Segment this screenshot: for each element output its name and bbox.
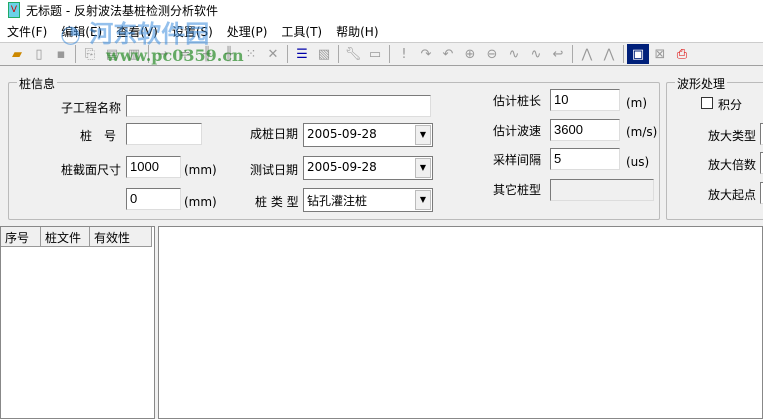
pile-file-list[interactable]: 序号 桩文件 有效性	[0, 226, 155, 419]
pile-no-label: 桩 号	[80, 129, 117, 143]
window-icon[interactable]: ▣	[627, 44, 649, 64]
test-date-value: 2005-09-28	[307, 160, 377, 174]
amp-type-label: 放大类型	[708, 129, 757, 143]
pile-type-label: 桩 类 型	[255, 195, 299, 209]
subproject-input[interactable]	[126, 95, 431, 117]
menu-tools[interactable]: 工具(T)	[274, 23, 329, 40]
print-preview-icon[interactable]: ▥	[123, 44, 145, 64]
chevron-down-icon[interactable]: ▼	[415, 125, 431, 145]
section-label: 桩截面尺寸	[61, 163, 122, 177]
zoom-out-icon[interactable]: ⊖	[481, 44, 503, 64]
integral-checkbox[interactable]	[701, 97, 713, 109]
column-header-file[interactable]: 桩文件	[41, 227, 90, 247]
paste-icon[interactable]: ▤	[101, 44, 123, 64]
wave-sub-icon[interactable]: ∿	[525, 44, 547, 64]
wrench-icon[interactable]: 🔧︎	[342, 44, 364, 64]
other-type-input[interactable]	[550, 179, 654, 201]
build-date-label: 成桩日期	[250, 127, 299, 141]
unit-ms: (m/s)	[626, 125, 658, 139]
copy-icon[interactable]: ⎘	[79, 44, 101, 64]
chevron-down-icon[interactable]: ▼	[415, 190, 431, 210]
pile-info-legend: 桩信息	[17, 75, 58, 92]
menu-help[interactable]: 帮助(H)	[329, 23, 385, 40]
wave-add-icon[interactable]: ∿	[503, 44, 525, 64]
menu-settings[interactable]: 设置(S)	[165, 23, 220, 40]
amp-start-label: 放大起点	[708, 188, 757, 202]
pile-type-value: 钻孔灌注桩	[307, 194, 368, 208]
section-unit-1: (mm)	[184, 163, 217, 177]
interval-input[interactable]: 5	[550, 148, 620, 170]
open-icon[interactable]: ▰	[6, 44, 28, 64]
wave-a-icon[interactable]: ⋀	[576, 44, 598, 64]
unit-m: (m)	[626, 96, 648, 110]
est-length-label: 估计桩长	[493, 94, 542, 108]
rotate-right-icon[interactable]: ↷	[415, 44, 437, 64]
menu-file[interactable]: 文件(F)	[0, 23, 54, 40]
other-type-label: 其它桩型	[493, 183, 542, 197]
delete-icon[interactable]: ✕	[262, 44, 284, 64]
est-speed-input[interactable]: 3600	[550, 119, 620, 141]
split-vertical-icon[interactable]: ╫	[196, 44, 218, 64]
title-bar: V 无标题 - 反射波法基桩检测分析软件	[0, 0, 763, 20]
app-icon: V	[8, 2, 20, 18]
new-icon[interactable]: ▯	[28, 44, 50, 64]
test-date-select[interactable]: 2005-09-28 ▼	[303, 156, 433, 180]
section-unit-2: (mm)	[184, 195, 217, 209]
pile-type-select[interactable]: 钻孔灌注桩 ▼	[303, 188, 433, 212]
chevron-down-icon[interactable]: ▼	[415, 158, 431, 178]
unit-us: (us)	[626, 155, 650, 169]
rectangle-icon[interactable]: ▭	[364, 44, 386, 64]
wave-processing-legend: 波形处理	[675, 75, 728, 92]
build-date-value: 2005-09-28	[307, 127, 377, 141]
list-view-icon[interactable]: ☰	[291, 44, 313, 64]
section-input-1[interactable]: 1000	[126, 156, 181, 178]
alert-icon[interactable]: !	[393, 44, 415, 64]
integral-label: 积分	[718, 98, 743, 112]
printer-icon[interactable]: ⎙	[671, 44, 693, 64]
arrow-right-icon[interactable]: →	[152, 44, 174, 64]
split-vertical2-icon[interactable]: ╫	[218, 44, 240, 64]
undo-icon[interactable]: ↩	[547, 44, 569, 64]
chart-icon[interactable]: ▧	[313, 44, 335, 64]
amp-factor-label: 放大倍数	[708, 158, 757, 172]
menu-process[interactable]: 处理(P)	[220, 23, 275, 40]
zoom-in-icon[interactable]: ⊕	[459, 44, 481, 64]
build-date-select[interactable]: 2005-09-28 ▼	[303, 123, 433, 147]
subproject-label: 子工程名称	[61, 101, 122, 115]
column-header-validity[interactable]: 有效性	[90, 227, 152, 247]
pile-no-input[interactable]	[126, 123, 202, 145]
est-length-input[interactable]: 10	[550, 89, 620, 111]
wave-p-icon[interactable]: ⋀	[598, 44, 620, 64]
split-horizontal-icon[interactable]: ≑	[174, 44, 196, 64]
interval-label: 采样间隔	[493, 153, 542, 167]
menu-view[interactable]: 查看(V)	[109, 23, 165, 40]
scatter-icon[interactable]: ⁙	[240, 44, 262, 64]
close-box-icon[interactable]: ⊠	[649, 44, 671, 64]
waveform-canvas[interactable]	[158, 226, 763, 419]
section-input-2[interactable]: 0	[126, 188, 181, 210]
menu-bar: 文件(F) 编辑(E) 查看(V) 设置(S) 处理(P) 工具(T) 帮助(H…	[0, 20, 763, 42]
test-date-label: 测试日期	[250, 163, 299, 177]
window-title: 无标题 - 反射波法基桩检测分析软件	[26, 3, 218, 18]
column-header-index[interactable]: 序号	[1, 227, 41, 247]
rotate-left-icon[interactable]: ↶	[437, 44, 459, 64]
menu-edit[interactable]: 编辑(E)	[54, 23, 109, 40]
toolbar: ▰ ▯ ▪ ⎘ ▤ ▥ → ≑ ╫ ╫ ⁙ ✕ ☰ ▧ 🔧︎ ▭ ! ↷ ↶ ⊕…	[0, 42, 763, 66]
est-speed-label: 估计波速	[493, 124, 542, 138]
save-icon[interactable]: ▪	[50, 44, 72, 64]
